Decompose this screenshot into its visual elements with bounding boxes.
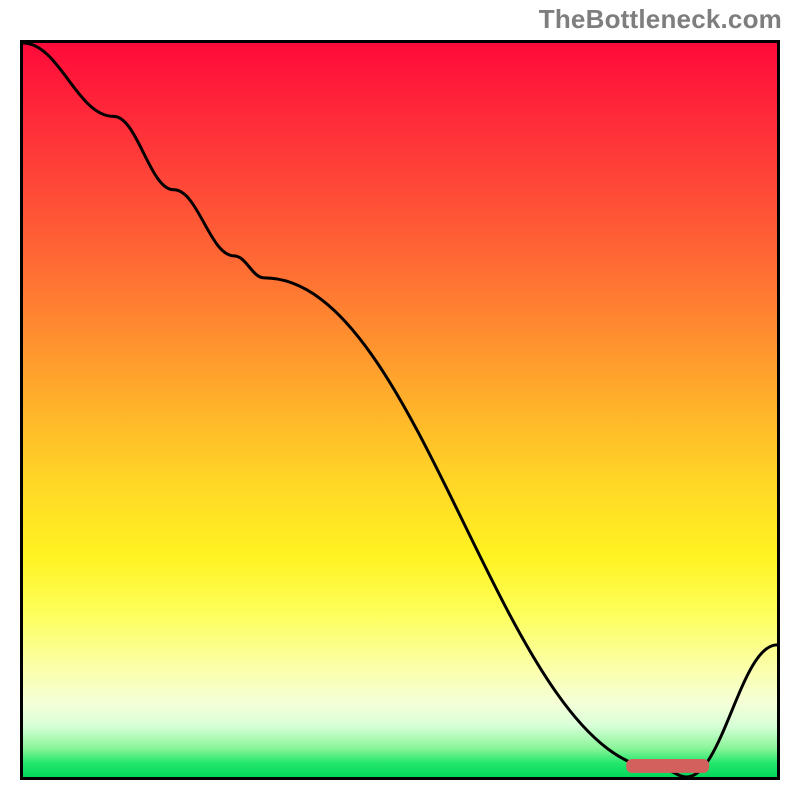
curve-line [23, 43, 777, 777]
optimal-band-marker [626, 759, 709, 773]
chart-container: TheBottleneck.com [0, 0, 800, 800]
plot-area [20, 40, 780, 780]
chart-overlay [23, 43, 777, 777]
watermark-text: TheBottleneck.com [539, 4, 782, 35]
